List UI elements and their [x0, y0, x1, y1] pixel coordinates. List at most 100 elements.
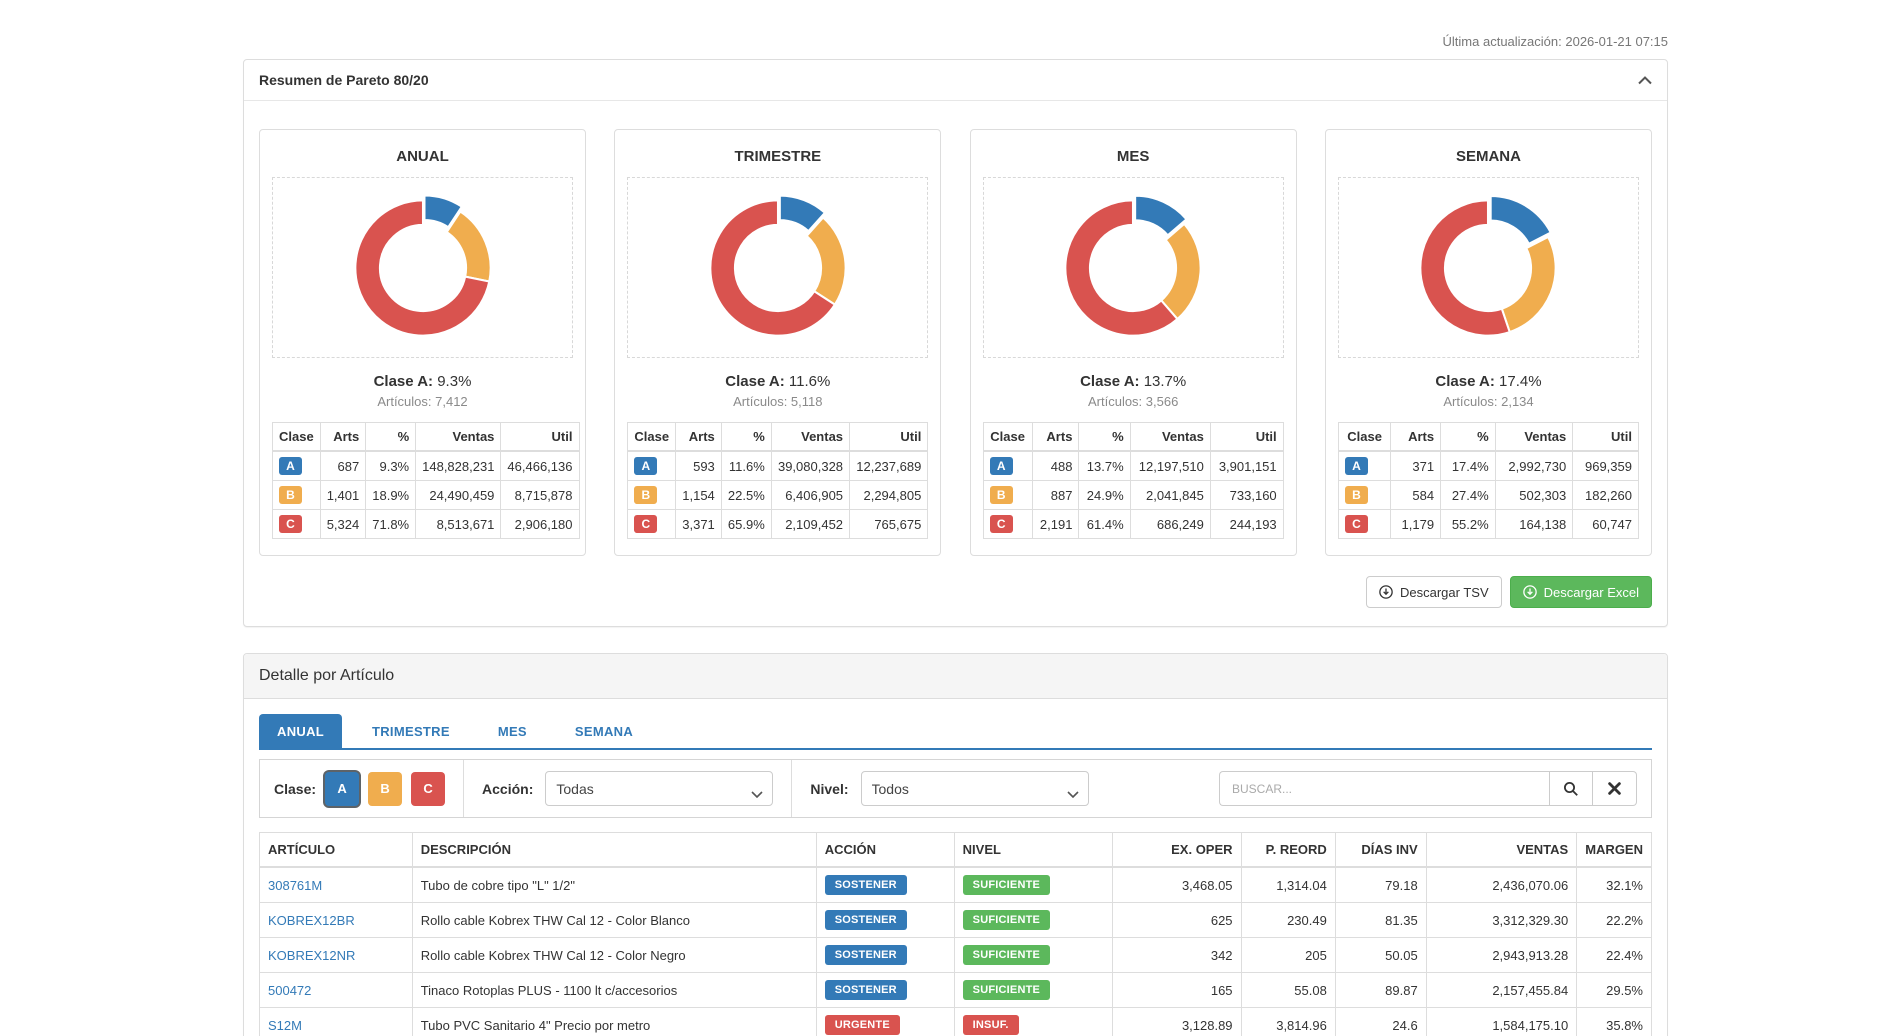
- tab-mes[interactable]: MES: [480, 714, 545, 748]
- clase-a-text: Clase A: 17.4%: [1338, 373, 1639, 390]
- articles-table-header: ACCIÓN: [816, 833, 954, 868]
- ventas-cell: 2,943,913.28: [1426, 938, 1577, 973]
- detail-panel-header: Detalle por Artículo: [244, 654, 1667, 699]
- margen-cell: 22.4%: [1577, 938, 1652, 973]
- card-cell-pct: 18.9%: [366, 481, 416, 510]
- descripcion-cell: Tinaco Rotoplas PLUS - 1100 lt c/accesor…: [412, 973, 816, 1008]
- margen-cell: 32.1%: [1577, 867, 1652, 903]
- card-table-row: B58427.4%502,303182,260: [1338, 481, 1638, 510]
- accion-badge: SOSTENER: [825, 910, 907, 930]
- card-table-row: C5,32471.8%8,513,6712,906,180: [273, 510, 580, 539]
- card-cell-pct: 55.2%: [1441, 510, 1496, 539]
- card-cell-ventas: 686,249: [1130, 510, 1210, 539]
- article-link[interactable]: 500472: [268, 983, 311, 998]
- search-group: [1219, 771, 1637, 806]
- card-class-table: ClaseArts%VentasUtilA37117.4%2,992,73096…: [1338, 422, 1639, 539]
- pareto-card: MESClase A: 13.7%Artículos: 3,566ClaseAr…: [970, 129, 1297, 556]
- nivel-badge: INSUF.: [963, 1015, 1019, 1035]
- nivel-select[interactable]: Todos: [861, 771, 1089, 806]
- download-excel-button[interactable]: Descargar Excel: [1510, 576, 1652, 608]
- clase-a-text: Clase A: 9.3%: [272, 373, 573, 390]
- tab-anual[interactable]: ANUAL: [259, 714, 342, 748]
- card-cell-ventas: 12,197,510: [1130, 451, 1210, 481]
- card-cell-clase: C: [1338, 510, 1390, 539]
- articulos-text: Artículos: 7,412: [272, 394, 573, 409]
- card-cell-arts: 1,401: [320, 481, 366, 510]
- article-link[interactable]: S12M: [268, 1018, 302, 1033]
- ex-oper-cell: 3,468.05: [1113, 867, 1241, 903]
- article-link[interactable]: KOBREX12NR: [268, 948, 355, 963]
- card-table-header: Clase: [983, 423, 1032, 452]
- card-table-header: Ventas: [1495, 423, 1573, 452]
- card-cell-pct: 11.6%: [721, 451, 771, 481]
- nivel-badge: SUFICIENTE: [963, 945, 1050, 965]
- accion-badge: URGENTE: [825, 1015, 900, 1035]
- card-table-header: Clase: [628, 423, 676, 452]
- search-button[interactable]: [1549, 771, 1593, 806]
- pareto-panel-body: ANUALClase A: 9.3%Artículos: 7,412ClaseA…: [244, 101, 1667, 626]
- class-badge: A: [990, 457, 1013, 475]
- card-cell-util: 733,160: [1210, 481, 1283, 510]
- articles-table-header: MARGEN: [1577, 833, 1652, 868]
- card-table-header: Arts: [1032, 423, 1079, 452]
- collapse-chevron-icon[interactable]: [1638, 76, 1652, 85]
- card-cell-ventas: 2,109,452: [771, 510, 849, 539]
- pareto-panel-title: Resumen de Pareto 80/20: [259, 72, 429, 88]
- article-link[interactable]: KOBREX12BR: [268, 913, 355, 928]
- tab-trimestre[interactable]: TRIMESTRE: [354, 714, 468, 748]
- class-badge: C: [990, 515, 1013, 533]
- accion-cell: SOSTENER: [816, 867, 954, 903]
- clear-search-button[interactable]: [1593, 771, 1637, 806]
- class-badge: C: [1345, 515, 1368, 533]
- class-badge: C: [634, 515, 657, 533]
- card-cell-clase: B: [1338, 481, 1390, 510]
- detail-panel: Detalle por Artículo ANUAL TRIMESTRE MES SE…: [243, 653, 1668, 1036]
- class-badge: A: [634, 457, 657, 475]
- download-tsv-button[interactable]: Descargar TSV: [1366, 576, 1502, 608]
- accion-badge: SOSTENER: [825, 945, 907, 965]
- card-table-row: C1,17955.2%164,13860,747: [1338, 510, 1638, 539]
- pareto-card: SEMANAClase A: 17.4%Artículos: 2,134Clas…: [1325, 129, 1652, 556]
- descripcion-cell: Rollo cable Kobrex THW Cal 12 - Color Bl…: [412, 903, 816, 938]
- ex-oper-cell: 342: [1113, 938, 1241, 973]
- tab-semana[interactable]: SEMANA: [557, 714, 651, 748]
- p-reord-cell: 205: [1241, 938, 1335, 973]
- p-reord-cell: 1,314.04: [1241, 867, 1335, 903]
- card-cell-arts: 887: [1032, 481, 1079, 510]
- card-title: MES: [983, 148, 1284, 165]
- card-cell-clase: B: [273, 481, 321, 510]
- card-cell-clase: A: [273, 451, 321, 481]
- class-badge: B: [990, 486, 1013, 504]
- clase-button-b[interactable]: B: [368, 772, 402, 806]
- nivel-cell: SUFICIENTE: [954, 903, 1113, 938]
- download-tsv-label: Descargar TSV: [1400, 586, 1489, 599]
- card-cell-arts: 593: [676, 451, 722, 481]
- dias-inv-cell: 50.05: [1335, 938, 1426, 973]
- articles-table-header-row: ARTÍCULODESCRIPCIÓNACCIÓNNIVELEX. OPERP.…: [260, 833, 1652, 868]
- card-class-table: ClaseArts%VentasUtilA59311.6%39,080,3281…: [627, 422, 928, 539]
- detail-panel-title: Detalle por Artículo: [259, 667, 394, 684]
- card-table-header: Util: [501, 423, 579, 452]
- ex-oper-cell: 165: [1113, 973, 1241, 1008]
- clase-button-c[interactable]: C: [411, 772, 445, 806]
- article-link[interactable]: 308761M: [268, 878, 322, 893]
- descripcion-cell: Tubo de cobre tipo "L" 1/2": [412, 867, 816, 903]
- class-badge: B: [279, 486, 302, 504]
- donut-chart: [272, 177, 573, 358]
- card-cell-util: 12,237,689: [850, 451, 928, 481]
- accion-badge: SOSTENER: [825, 875, 907, 895]
- pareto-panel: Resumen de Pareto 80/20 ANUALClase A: 9.…: [243, 59, 1668, 627]
- card-cell-clase: A: [983, 451, 1032, 481]
- accion-label: Acción:: [482, 781, 533, 797]
- search-input[interactable]: [1219, 771, 1549, 806]
- card-cell-pct: 61.4%: [1079, 510, 1130, 539]
- articulo-cell: KOBREX12NR: [260, 938, 413, 973]
- card-table-header: Util: [850, 423, 928, 452]
- card-table-row: C2,19161.4%686,249244,193: [983, 510, 1283, 539]
- download-buttons-row: Descargar TSV Descargar Excel: [259, 576, 1652, 608]
- ex-oper-cell: 625: [1113, 903, 1241, 938]
- clase-a-value: 17.4%: [1495, 373, 1542, 390]
- descripcion-cell: Rollo cable Kobrex THW Cal 12 - Color Ne…: [412, 938, 816, 973]
- clase-button-a[interactable]: A: [325, 772, 359, 806]
- accion-select[interactable]: Todas: [545, 771, 773, 806]
